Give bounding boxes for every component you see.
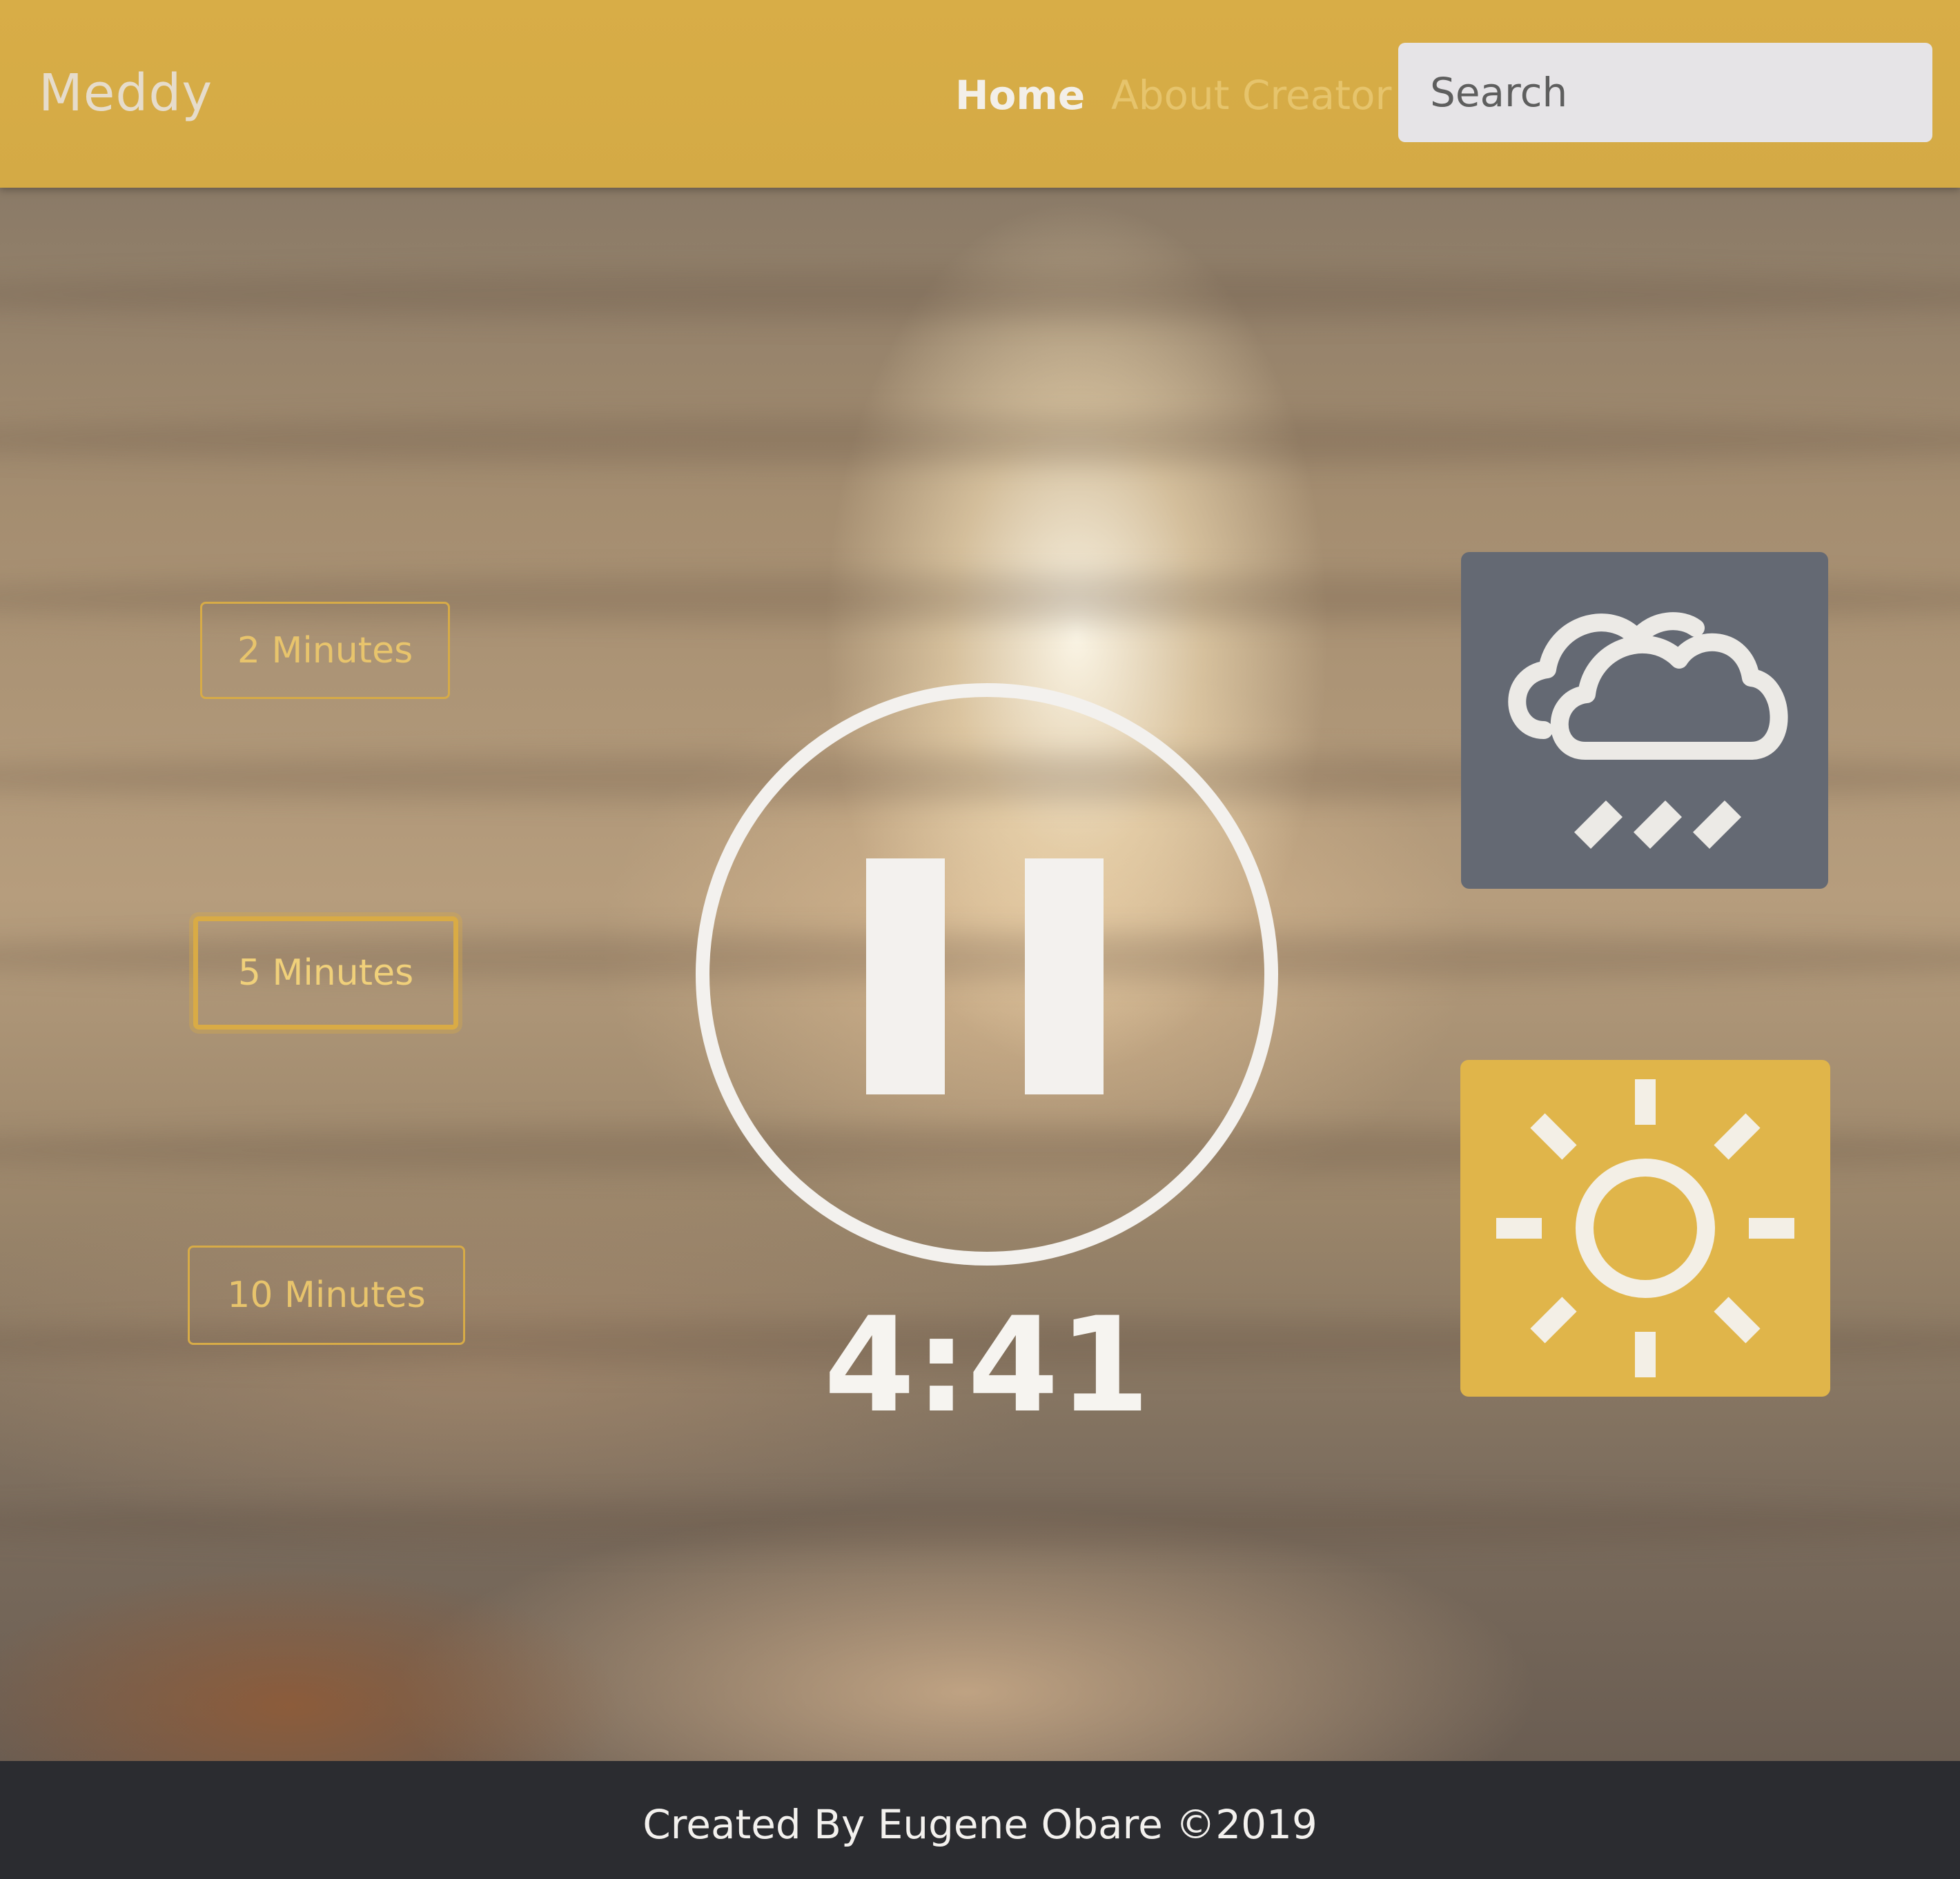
water-ripple — [0, 270, 1960, 319]
nav-link-about-creator[interactable]: About Creator — [1111, 72, 1391, 119]
footer: Created By Eugene Obare ©2019 — [0, 1761, 1960, 1879]
countdown-timer: 4:41 — [823, 1289, 1150, 1442]
rain-sound-button[interactable] — [1461, 552, 1828, 889]
rain-cloud-icon — [1508, 612, 1788, 849]
duration-10-minutes-button[interactable]: 10 Minutes — [188, 1246, 465, 1345]
pause-icon — [696, 683, 1278, 1266]
footer-credits: Created By Eugene Obare ©2019 — [643, 1801, 1317, 1848]
search-input[interactable] — [1398, 43, 1932, 142]
app-page: Meddy Home About Creator 2 Minutes 5 Min… — [0, 0, 1960, 1879]
duration-2-minutes-button[interactable]: 2 Minutes — [200, 602, 450, 699]
play-pause-button[interactable] — [690, 678, 1284, 1271]
duration-5-minutes-button[interactable]: 5 Minutes — [193, 916, 458, 1030]
water-ripple — [0, 1499, 1960, 1547]
navbar: Meddy Home About Creator — [0, 0, 1960, 188]
summer-sound-button[interactable] — [1460, 1060, 1830, 1397]
brand-logo[interactable]: Meddy — [39, 63, 213, 123]
water-ripple — [0, 415, 1960, 464]
nav-link-home[interactable]: Home — [955, 72, 1085, 119]
sun-icon — [1496, 1079, 1794, 1377]
